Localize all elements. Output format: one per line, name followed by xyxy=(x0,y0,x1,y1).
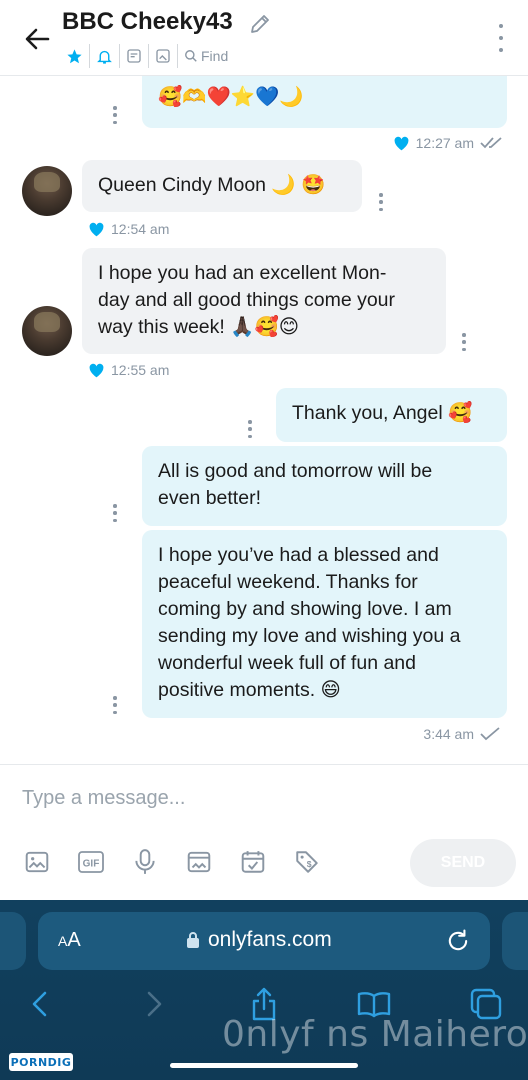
text-size-button[interactable]: AA xyxy=(58,929,81,952)
text-size-small: A xyxy=(58,933,68,949)
chat-title[interactable]: BBC Cheeky43 xyxy=(62,8,233,36)
favorite-button[interactable] xyxy=(60,44,90,68)
star-icon xyxy=(67,48,82,63)
calendar-icon xyxy=(241,851,265,873)
chevron-right-icon xyxy=(147,991,162,1017)
schedule-button[interactable] xyxy=(238,847,268,877)
notes-button[interactable] xyxy=(120,44,149,68)
browser-back-button[interactable] xyxy=(22,988,58,1020)
svg-text:GIF: GIF xyxy=(83,859,100,870)
message-line: even better! xyxy=(158,487,261,509)
message-options-icon[interactable] xyxy=(112,696,118,714)
message-line: All is good and tomorrow will be xyxy=(158,460,433,482)
media-button[interactable] xyxy=(149,44,178,68)
find-label: Find xyxy=(201,48,229,64)
search-icon xyxy=(185,50,197,62)
vault-icon xyxy=(187,851,211,873)
chevron-left-icon xyxy=(32,991,47,1017)
message-meta: 3:44 am xyxy=(423,726,500,742)
arrow-left-icon xyxy=(25,28,50,50)
message-composer: GIF $ SEND xyxy=(0,764,528,900)
message-text: Queen Cindy Moon 🌙 🤩 xyxy=(98,174,326,196)
outgoing-message[interactable]: Thank you, Angel 🥰 xyxy=(276,388,507,442)
next-tab[interactable] xyxy=(502,912,528,970)
url-text: onlyfans.com xyxy=(208,928,332,951)
message-options-icon[interactable] xyxy=(247,420,253,438)
browser-chrome: AA onlyfans.com 0nlyf ns Maihero PORNDIG xyxy=(0,900,528,1080)
message-line: I hope you had an excellent Mon- xyxy=(98,262,387,284)
avatar[interactable] xyxy=(22,306,72,356)
heart-icon[interactable] xyxy=(88,222,105,237)
message-text: 🥰🫶❤️⭐💙🌙 xyxy=(158,86,304,108)
gif-button[interactable]: GIF xyxy=(76,847,106,877)
outgoing-message[interactable]: All is good and tomorrow will be even be… xyxy=(142,446,507,526)
check-icon xyxy=(480,727,500,741)
message-options-icon[interactable] xyxy=(112,504,118,522)
avatar[interactable] xyxy=(22,166,72,216)
heart-icon[interactable] xyxy=(88,363,105,378)
message-line: coming by and showing love. I am xyxy=(158,598,452,620)
message-line: day and all good things come your xyxy=(98,289,396,311)
previous-tab[interactable] xyxy=(0,912,26,970)
more-options-icon[interactable] xyxy=(496,24,506,52)
voice-message-button[interactable] xyxy=(130,847,160,877)
image-icon xyxy=(156,49,170,63)
message-options-icon[interactable] xyxy=(378,193,384,211)
address-bar[interactable]: AA onlyfans.com xyxy=(38,912,490,970)
message-time: 12:27 am xyxy=(415,135,474,151)
message-meta: 12:27 am xyxy=(393,135,504,151)
message-time: 12:54 am xyxy=(111,221,170,237)
attach-image-button[interactable] xyxy=(22,847,52,877)
home-indicator[interactable] xyxy=(170,1063,358,1068)
message-line: peaceful weekend. Thanks for xyxy=(158,571,418,593)
back-button[interactable] xyxy=(20,22,54,56)
double-check-icon xyxy=(480,137,502,149)
microphone-icon xyxy=(135,849,155,874)
reload-icon xyxy=(448,929,468,951)
message-line: way this week! 🙏🏿🥰😊 xyxy=(98,316,300,338)
heart-icon[interactable] xyxy=(393,136,410,151)
pencil-icon xyxy=(251,15,269,33)
url-display[interactable]: onlyfans.com xyxy=(186,928,332,952)
message-text: Thank you, Angel 🥰 xyxy=(292,402,473,424)
gif-icon: GIF xyxy=(78,851,104,873)
reload-button[interactable] xyxy=(444,927,472,955)
message-meta: 12:55 am xyxy=(88,362,169,378)
vault-button[interactable] xyxy=(184,847,214,877)
note-icon xyxy=(127,49,141,63)
message-options-icon[interactable] xyxy=(461,333,467,351)
site-logo: PORNDIG xyxy=(9,1053,73,1071)
message-meta: 12:54 am xyxy=(88,221,169,237)
image-icon xyxy=(25,851,49,873)
message-list[interactable]: 🥰🫶❤️⭐💙🌙 12:27 am Queen Cindy Moon 🌙 🤩 12… xyxy=(0,76,528,764)
notifications-button[interactable] xyxy=(90,44,120,68)
message-line: positive moments. 😄 xyxy=(158,679,341,701)
bell-icon xyxy=(97,50,112,64)
message-line: I hope you’ve had a blessed and xyxy=(158,544,439,566)
chat-header: BBC Cheeky43 Find xyxy=(0,0,528,76)
svg-text:$: $ xyxy=(307,859,312,869)
outgoing-message[interactable]: 🥰🫶❤️⭐💙🌙 xyxy=(142,76,507,128)
edit-name-button[interactable] xyxy=(248,12,272,36)
price-tag-icon: $ xyxy=(296,851,318,873)
message-time: 3:44 am xyxy=(423,726,474,742)
message-line: sending my love and wishing you a xyxy=(158,625,461,647)
incoming-message[interactable]: I hope you had an excellent Mon- day and… xyxy=(82,248,446,354)
text-size-large: A xyxy=(67,929,81,951)
chat-toolbar: Find xyxy=(60,44,234,68)
send-button[interactable]: SEND xyxy=(410,839,516,887)
lock-icon xyxy=(187,932,199,948)
message-line: wonderful week full of fun and xyxy=(158,652,416,674)
incoming-message[interactable]: Queen Cindy Moon 🌙 🤩 xyxy=(82,160,362,212)
browser-forward-button[interactable] xyxy=(136,988,172,1020)
message-input[interactable] xyxy=(22,783,502,813)
watermark-text: 0nlyf ns Maihero xyxy=(222,1014,528,1055)
outgoing-message[interactable]: I hope you’ve had a blessed and peaceful… xyxy=(142,530,507,718)
price-button[interactable]: $ xyxy=(292,847,322,877)
find-button[interactable]: Find xyxy=(178,44,234,68)
message-options-icon[interactable] xyxy=(112,106,118,124)
message-time: 12:55 am xyxy=(111,362,170,378)
